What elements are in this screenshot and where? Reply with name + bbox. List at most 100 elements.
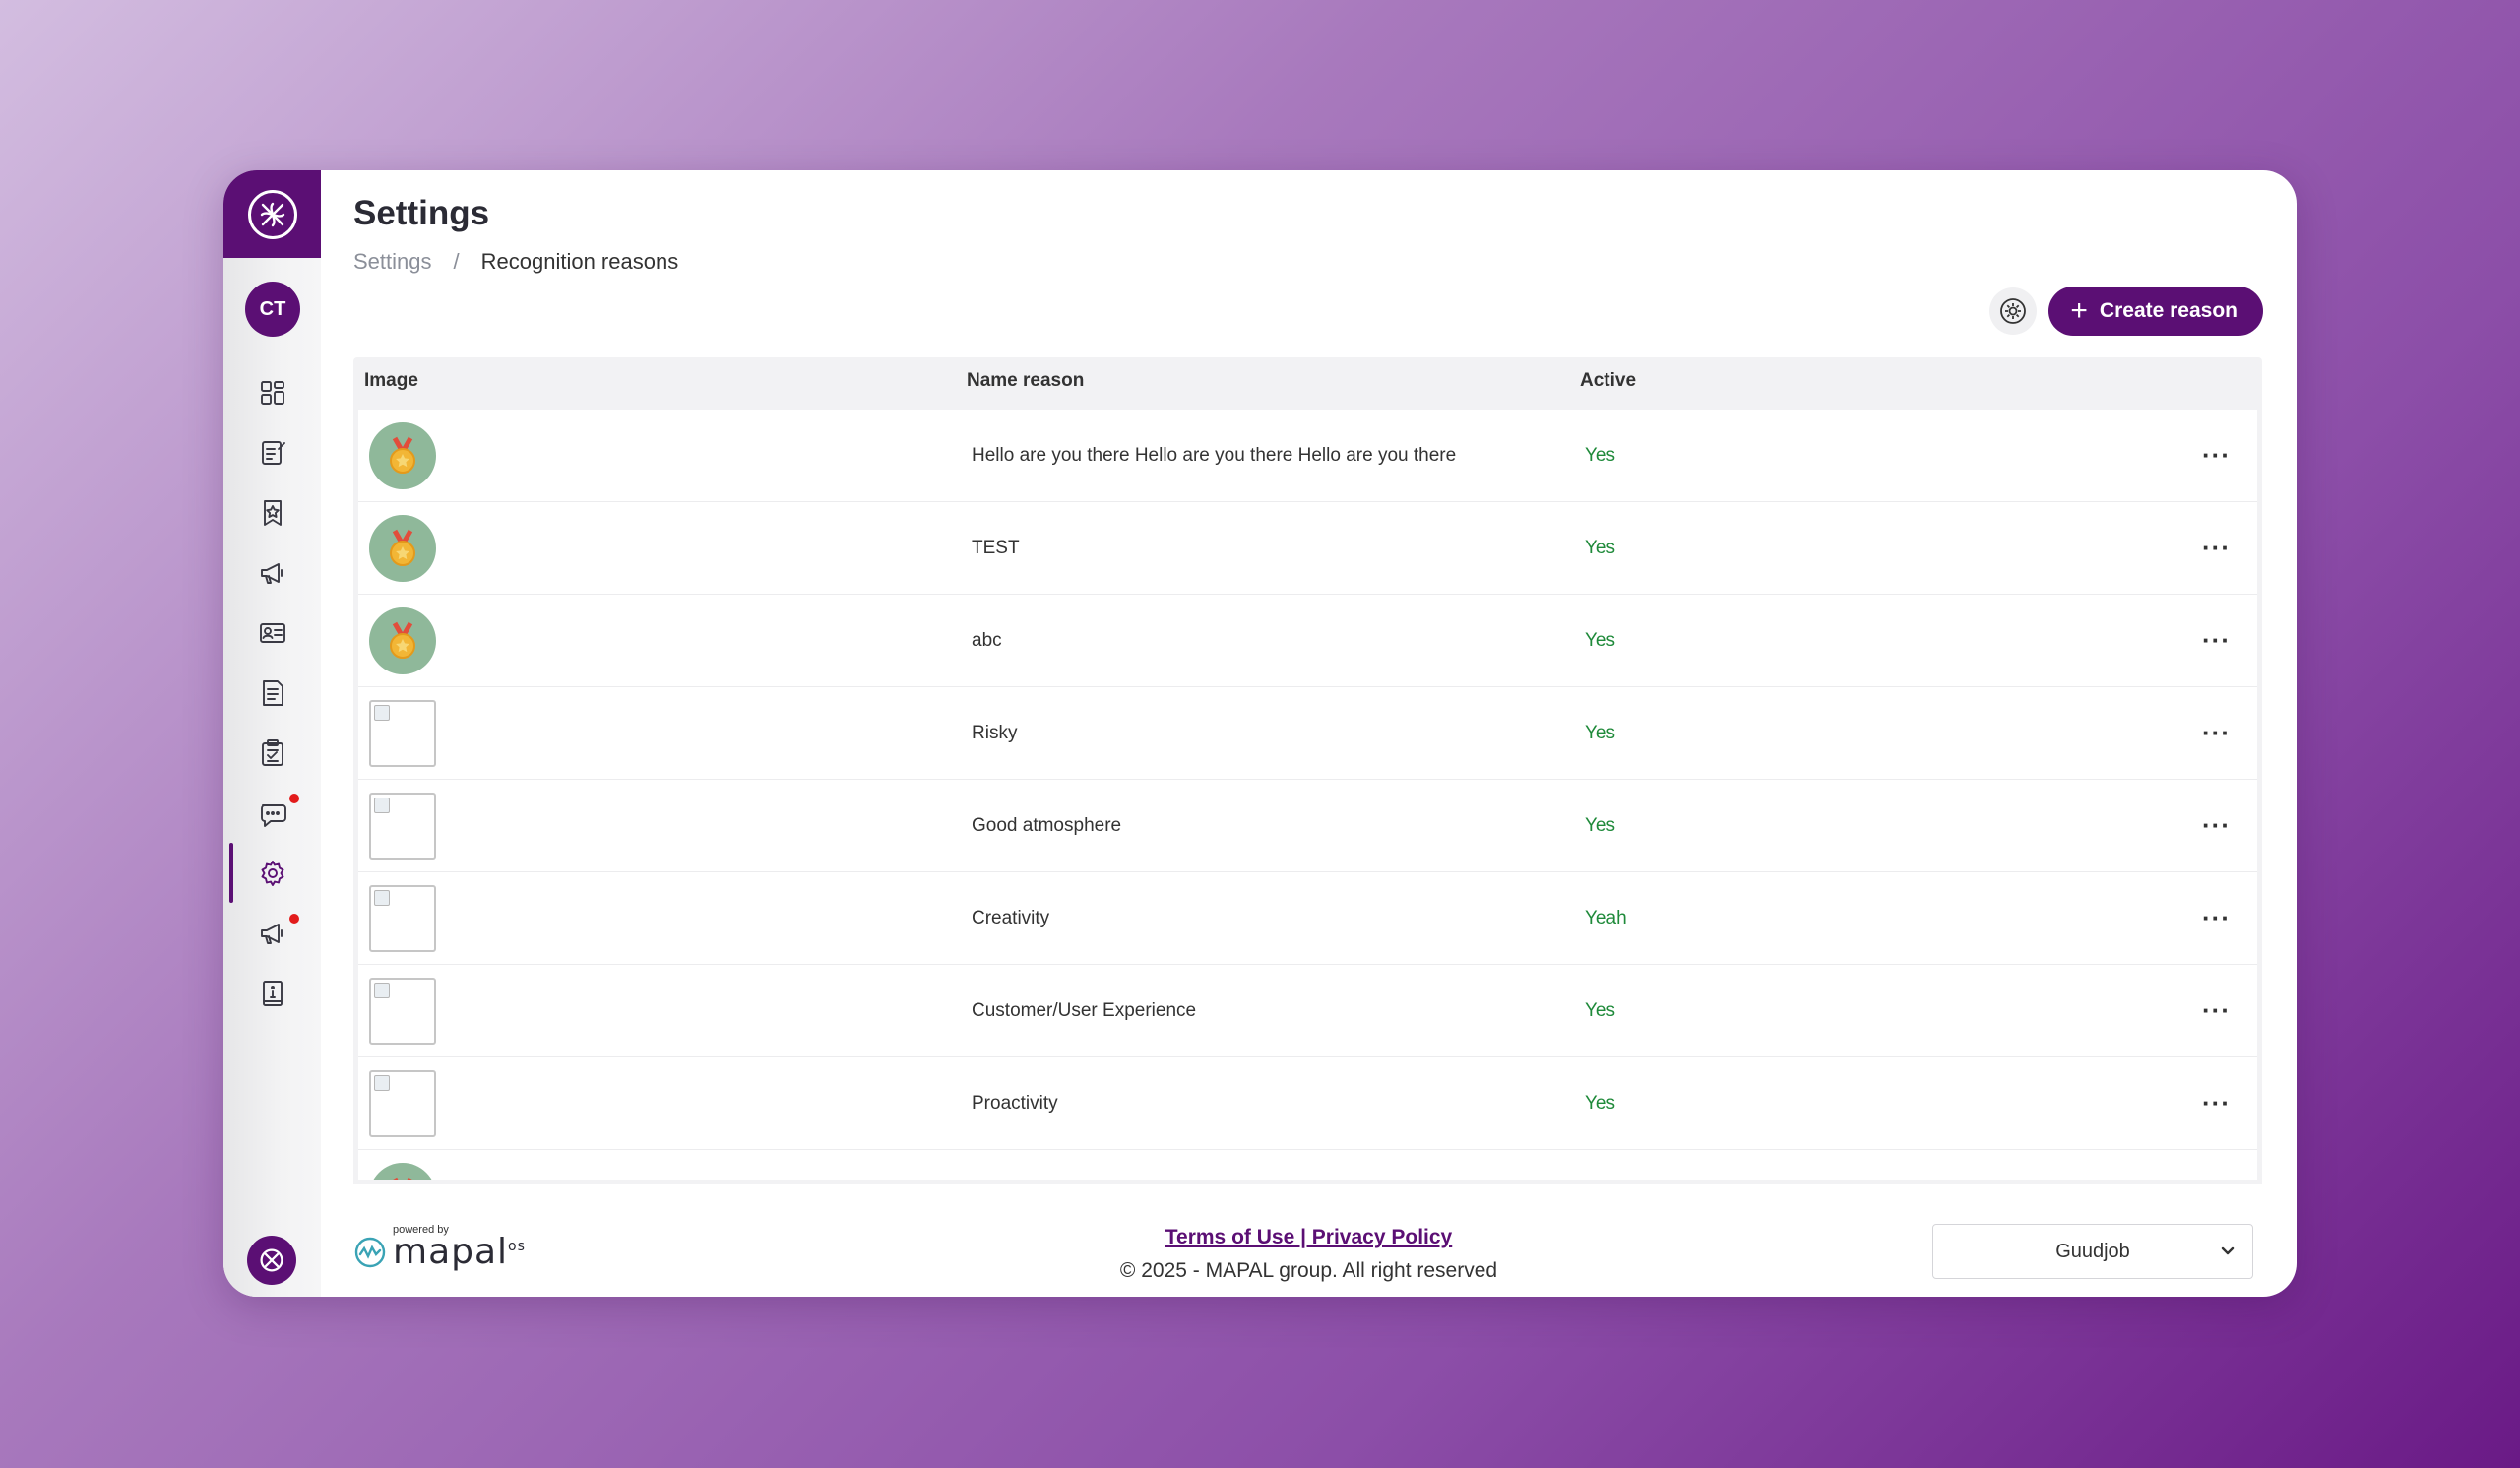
column-header-image: Image bbox=[364, 370, 418, 391]
row-image-cell bbox=[358, 1069, 972, 1137]
broken-image-icon bbox=[369, 792, 436, 860]
main-content: Settings Settings / Recognition reasons … bbox=[321, 170, 2297, 1297]
row-actions-cell: ··· bbox=[2198, 625, 2257, 656]
row-image-cell bbox=[358, 421, 972, 489]
row-image-cell bbox=[358, 884, 972, 952]
column-header-name: Name reason bbox=[967, 370, 1085, 391]
reason-image bbox=[369, 1162, 436, 1180]
more-options-icon[interactable]: ··· bbox=[2198, 1088, 2231, 1117]
table-row[interactable] bbox=[358, 1150, 2257, 1180]
column-header-active: Active bbox=[1580, 370, 1637, 391]
document-icon bbox=[262, 679, 284, 706]
more-options-icon[interactable]: ··· bbox=[2198, 440, 2231, 470]
reason-name: Risky bbox=[972, 722, 1018, 743]
breadcrumb: Settings / Recognition reasons bbox=[353, 249, 678, 275]
reason-name: Good atmosphere bbox=[972, 814, 1122, 836]
medal-icon bbox=[390, 621, 415, 659]
broken-image-icon bbox=[369, 1069, 436, 1137]
row-image-cell bbox=[358, 977, 972, 1045]
row-actions-cell: ··· bbox=[2198, 718, 2257, 748]
app-logo[interactable] bbox=[223, 170, 321, 258]
more-options-icon[interactable]: ··· bbox=[2198, 718, 2231, 747]
sidebar-item-gear-8[interactable] bbox=[223, 843, 321, 903]
info-book-icon bbox=[262, 980, 283, 1006]
table-row[interactable]: Proactivity Yes ··· bbox=[358, 1057, 2257, 1150]
sidebar-item-dashboard-0[interactable] bbox=[223, 362, 321, 422]
reason-active-status: Yes bbox=[1585, 814, 1615, 836]
medal-icon bbox=[392, 1177, 413, 1180]
company-select-value: Guudjob bbox=[2055, 1240, 2130, 1262]
sidebar-item-megaphone-9[interactable] bbox=[223, 903, 321, 963]
row-actions-cell: ··· bbox=[2198, 440, 2257, 471]
row-image-cell bbox=[358, 699, 972, 767]
row-actions-cell: ··· bbox=[2198, 1088, 2257, 1118]
company-select[interactable]: Guudjob bbox=[1932, 1224, 2253, 1279]
more-options-icon[interactable]: ··· bbox=[2198, 810, 2231, 840]
table-body[interactable]: Hello are you there Hello are you there … bbox=[353, 405, 2262, 1184]
reason-name: Proactivity bbox=[972, 1092, 1058, 1114]
broken-image-icon bbox=[369, 699, 436, 767]
row-image-cell bbox=[358, 1162, 972, 1180]
row-actions-cell: ··· bbox=[2198, 903, 2257, 933]
table-row[interactable]: Risky Yes ··· bbox=[358, 687, 2257, 780]
medal-icon bbox=[390, 529, 415, 566]
plus-icon: + bbox=[2070, 294, 2088, 327]
medal-icon bbox=[390, 436, 415, 474]
reason-name: Customer/User Experience bbox=[972, 999, 1197, 1021]
gear-circle-icon bbox=[2000, 298, 2027, 324]
more-options-icon[interactable]: ··· bbox=[2198, 995, 2231, 1025]
more-options-icon[interactable]: ··· bbox=[2198, 533, 2231, 562]
megaphone-icon bbox=[260, 923, 283, 944]
table-row[interactable]: Creativity Yeah ··· bbox=[358, 872, 2257, 965]
sidebar-item-clipboard-check-6[interactable] bbox=[223, 723, 321, 783]
page-title: Settings bbox=[353, 194, 490, 232]
reason-active-status: Yes bbox=[1585, 629, 1615, 651]
sidebar-item-id-card-4[interactable] bbox=[223, 603, 321, 663]
table-row[interactable]: Good atmosphere Yes ··· bbox=[358, 780, 2257, 872]
reasons-table: Image Name reason Active Hello are you t… bbox=[353, 357, 2262, 1184]
reason-image bbox=[369, 421, 436, 489]
reason-active-status: Yes bbox=[1585, 999, 1615, 1021]
table-row[interactable]: Customer/User Experience Yes ··· bbox=[358, 965, 2257, 1057]
notification-badge bbox=[289, 914, 299, 924]
table-row[interactable]: abc Yes ··· bbox=[358, 595, 2257, 687]
terms-privacy-link[interactable]: Terms of Use | Privacy Policy bbox=[1166, 1226, 1452, 1248]
notification-badge bbox=[289, 794, 299, 803]
breadcrumb-settings-link[interactable]: Settings bbox=[353, 249, 432, 275]
reason-name: abc bbox=[972, 629, 1002, 651]
broken-image-icon bbox=[369, 977, 436, 1045]
reason-active-status: Yes bbox=[1585, 537, 1615, 558]
create-reason-label: Create reason bbox=[2099, 299, 2237, 322]
reason-active-status: Yes bbox=[1585, 444, 1615, 466]
reason-active-status: Yes bbox=[1585, 1092, 1615, 1114]
breadcrumb-current: Recognition reasons bbox=[480, 249, 679, 274]
table-row[interactable]: TEST Yes ··· bbox=[358, 502, 2257, 595]
more-options-icon[interactable]: ··· bbox=[2198, 625, 2231, 655]
table-row[interactable]: Hello are you there Hello are you there … bbox=[358, 410, 2257, 502]
sidebar-nav bbox=[223, 362, 321, 1023]
logo-icon bbox=[247, 189, 297, 239]
avatar[interactable]: CT bbox=[245, 282, 300, 337]
reason-image bbox=[369, 514, 436, 582]
sidebar-item-megaphone-3[interactable] bbox=[223, 543, 321, 603]
reason-name: TEST bbox=[972, 537, 1020, 558]
sidebar-item-bookmark-star-2[interactable] bbox=[223, 482, 321, 543]
chevron-down-icon bbox=[2221, 1246, 2235, 1255]
toolbar: + Create reason bbox=[1989, 287, 2263, 336]
settings-gear-button[interactable] bbox=[1989, 287, 2038, 335]
chat-icon bbox=[260, 803, 286, 827]
reason-image bbox=[369, 606, 436, 674]
reason-name: Creativity bbox=[972, 907, 1050, 928]
create-reason-button[interactable]: + Create reason bbox=[2048, 287, 2263, 336]
row-image-cell bbox=[358, 606, 972, 674]
more-options-icon[interactable]: ··· bbox=[2198, 903, 2231, 932]
sidebar-item-edit-note-1[interactable] bbox=[223, 422, 321, 482]
row-image-cell bbox=[358, 792, 972, 860]
sidebar-item-info-book-10[interactable] bbox=[223, 963, 321, 1023]
reason-active-status: Yeah bbox=[1585, 907, 1627, 928]
sidebar-item-document-5[interactable] bbox=[223, 663, 321, 723]
bottom-logo-icon[interactable] bbox=[247, 1236, 296, 1285]
table-header: Image Name reason Active bbox=[353, 357, 2262, 405]
row-actions-cell: ··· bbox=[2198, 533, 2257, 563]
sidebar-item-chat-7[interactable] bbox=[223, 783, 321, 843]
